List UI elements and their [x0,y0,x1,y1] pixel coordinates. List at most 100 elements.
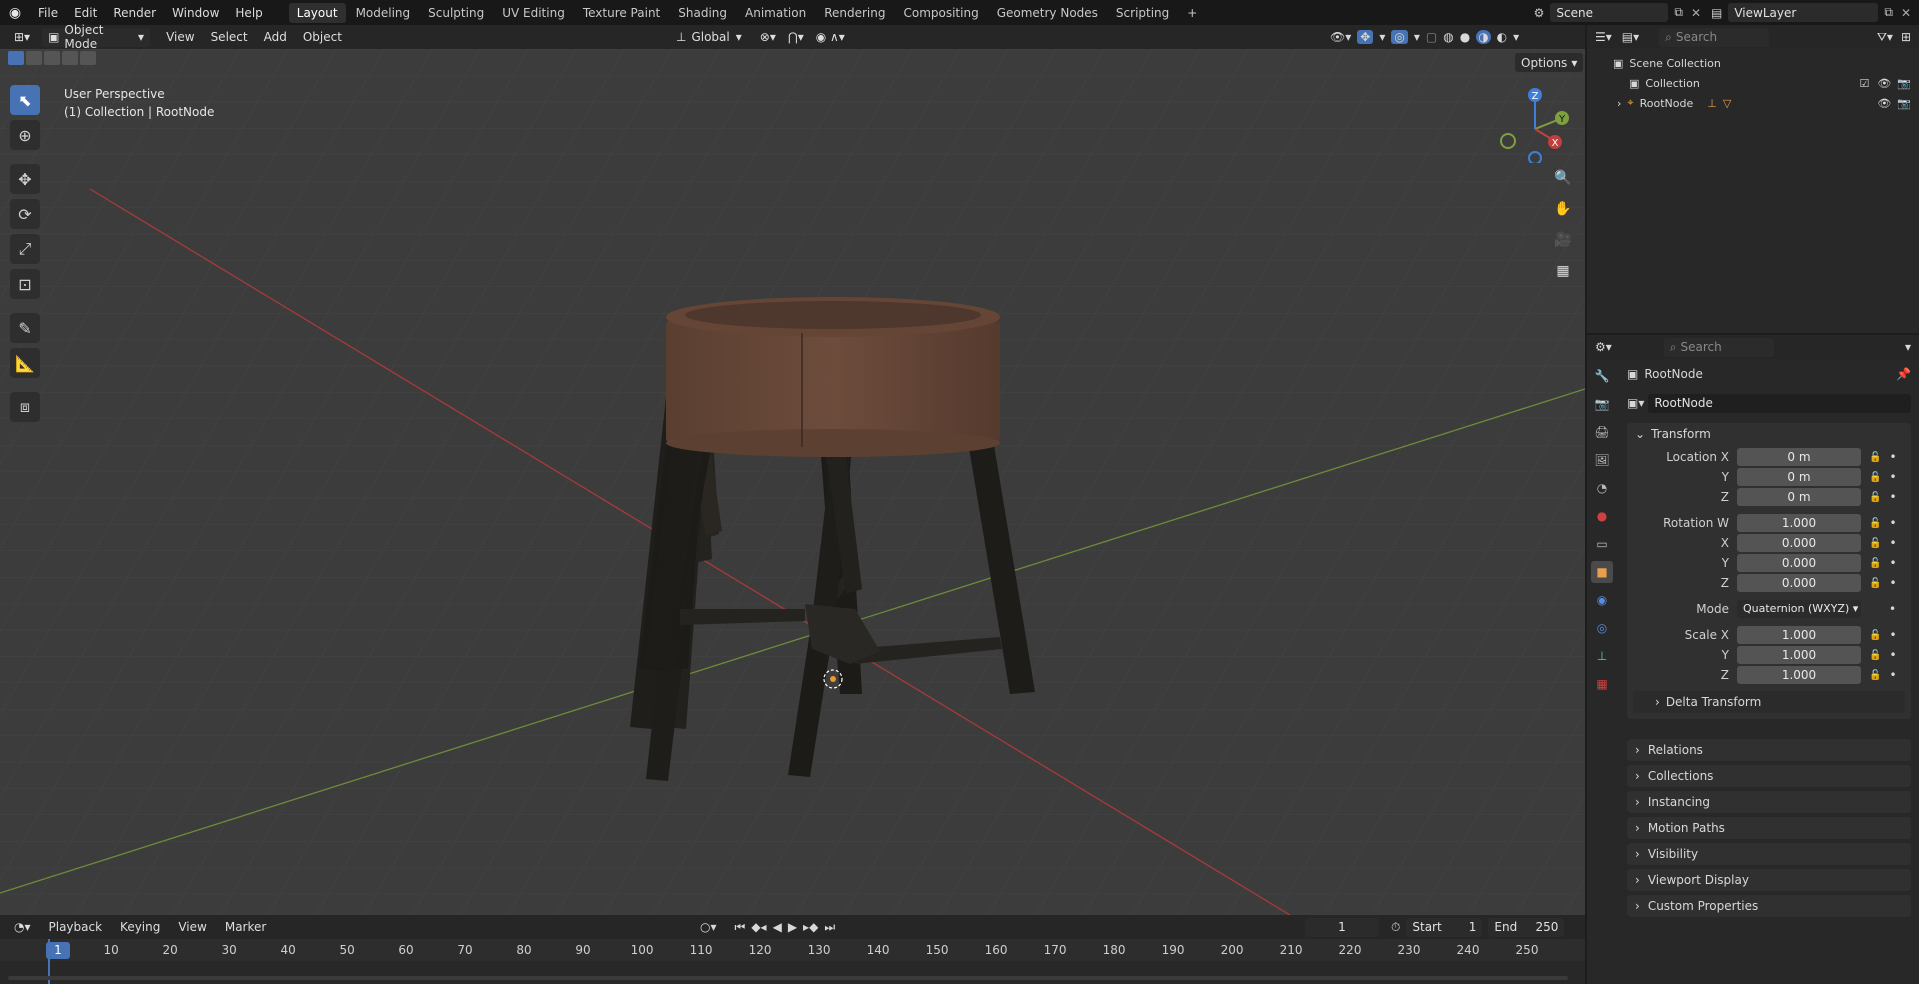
add-workspace-icon[interactable]: + [1179,3,1205,23]
scale-x-field[interactable]: 1.000 [1737,626,1861,644]
frame-ruler[interactable]: 1102030405060708090100110120130140150160… [0,939,1585,961]
material-shading-icon[interactable]: ◑ [1476,30,1491,44]
collection-tab-icon[interactable]: ▭ [1591,533,1613,555]
panel-viewport-display[interactable]: › Viewport Display [1627,869,1911,891]
camera-icon[interactable]: 📷 [1897,77,1911,90]
scene-selector[interactable]: ⚙ Scene ⧉ ✕ [1534,3,1701,22]
tab-rendering[interactable]: Rendering [816,3,893,23]
transform-header[interactable]: ⌄ Transform [1627,423,1911,445]
tab-geometry-nodes[interactable]: Geometry Nodes [989,3,1106,23]
menu-file[interactable]: File [30,6,66,20]
object-data-icon[interactable]: ▣▾ [1627,396,1644,410]
lock-icon[interactable]: 🔓 [1869,650,1881,661]
rotation-mode-dropdown[interactable]: Quaternion (WXYZ) ▾ [1737,600,1861,618]
panel-custom-properties[interactable]: › Custom Properties [1627,895,1911,917]
overlay-toggle-icon[interactable]: ◎ [1391,30,1408,44]
menu-help[interactable]: Help [227,6,270,20]
keyframe-dot-icon[interactable]: • [1889,648,1896,662]
jump-keyframe-back-icon[interactable]: ◆◂ [751,920,766,934]
menu-window[interactable]: Window [164,6,227,20]
expand-arrow-icon[interactable]: › [1617,97,1621,110]
rotation-x-field[interactable]: 0.000 [1737,534,1861,552]
play-reverse-icon[interactable]: ◀ [773,920,782,934]
annotate-tool-icon[interactable]: ✎ [10,313,40,343]
menu-view[interactable]: View [160,28,200,47]
keyframe-dot-icon[interactable]: • [1889,556,1896,570]
navigation-gizmo[interactable]: Z Y X [1490,83,1570,163]
exclude-checkbox-icon[interactable]: ☑ [1859,77,1869,90]
ortho-grid-icon[interactable]: ▦ [1550,258,1576,284]
delta-transform-subpanel[interactable]: › Delta Transform [1633,691,1905,713]
display-mode-icon[interactable]: ▤▾ [1622,30,1639,44]
visibility-icon[interactable]: 👁▾ [1330,30,1351,44]
lock-icon[interactable]: 🔓 [1869,578,1881,589]
select-intersect-icon[interactable] [80,51,96,65]
tab-scripting[interactable]: Scripting [1108,3,1177,23]
eye-icon[interactable]: 👁 [1877,77,1891,90]
cursor-tool-icon[interactable]: ⊕ [10,120,40,150]
play-icon[interactable]: ▶ [788,920,797,934]
rotation-w-field[interactable]: 1.000 [1737,514,1861,532]
lock-icon[interactable]: 🔓 [1869,472,1881,483]
panel-collections[interactable]: › Collections [1627,765,1911,787]
new-scene-icon[interactable]: ⧉ [1674,5,1683,20]
outliner-search[interactable]: ⌕ Search [1659,27,1770,47]
scene-tab-icon[interactable]: ◔ [1591,477,1613,499]
proportional-edit-icon[interactable]: ◉ ∧▾ [810,28,851,47]
keyframe-dot-icon[interactable]: • [1889,576,1896,590]
panel-relations[interactable]: › Relations [1627,739,1911,761]
tab-modeling[interactable]: Modeling [348,3,419,23]
camera-icon[interactable]: 📷 [1897,97,1911,110]
pan-hand-icon[interactable]: ✋ [1550,196,1576,222]
lock-icon[interactable]: 🔓 [1869,670,1881,681]
lock-icon[interactable]: 🔓 [1869,538,1881,549]
location-y-field[interactable]: 0 m [1737,468,1861,486]
neg-y-axis-icon[interactable] [1500,133,1516,149]
timeline-menu-marker[interactable]: Marker [219,918,272,937]
close-view-layer-icon[interactable]: ✕ [1901,6,1911,20]
select-subtract-icon[interactable] [44,51,60,65]
measure-tool-icon[interactable]: 📐 [10,348,40,378]
timeline-body[interactable]: 1102030405060708090100110120130140150160… [0,939,1585,984]
filter-icon[interactable]: ⛛▾ [1877,30,1893,45]
location-z-field[interactable]: 0 m [1737,488,1861,506]
wireframe-shading-icon[interactable]: ◍ [1443,30,1453,44]
keyframe-dot-icon[interactable]: • [1889,668,1896,682]
tool-tab-icon[interactable]: 🔧 [1591,365,1613,387]
timeline-menu-keying[interactable]: Keying [114,918,166,937]
location-x-field[interactable]: 0 m [1737,448,1861,466]
keyframe-dot-icon[interactable]: • [1889,450,1896,464]
view-layer-tab-icon[interactable]: 🖼 [1591,449,1613,471]
editor-type-icon[interactable]: ⊞▾ [8,28,36,47]
object-tab-icon[interactable]: ■ [1591,561,1613,583]
panel-instancing[interactable]: › Instancing [1627,791,1911,813]
render-tab-icon[interactable]: 📷 [1591,393,1613,415]
constraints-tab-icon[interactable]: ⊥ [1591,645,1613,667]
tab-layout[interactable]: Layout [288,2,346,23]
scene-field[interactable]: Scene [1550,3,1669,22]
properties-search[interactable]: ⌕ Search [1663,337,1774,357]
snap-icon[interactable]: ⋂▾ [782,28,810,47]
transform-tool-icon[interactable]: ⊡ [10,269,40,299]
world-tab-icon[interactable]: ● [1591,505,1613,527]
neg-z-axis-icon[interactable] [1528,151,1542,163]
keyframe-dot-icon[interactable]: • [1889,628,1896,642]
jump-start-icon[interactable]: ⏮ [735,920,746,935]
scale-z-field[interactable]: 1.000 [1737,666,1861,684]
panel-motion-paths[interactable]: › Motion Paths [1627,817,1911,839]
editor-type-icon[interactable]: ☰▾ [1595,30,1612,44]
camera-view-icon[interactable]: 🎥 [1550,227,1576,253]
chevron-down-icon[interactable]: ▾ [1905,340,1911,354]
tab-compositing[interactable]: Compositing [895,3,986,23]
keyframe-dot-icon[interactable]: • [1889,490,1896,504]
add-cube-tool-icon[interactable]: ⧈ [10,392,40,422]
panel-visibility[interactable]: › Visibility [1627,843,1911,865]
rotation-z-field[interactable]: 0.000 [1737,574,1861,592]
select-invert-icon[interactable] [62,51,78,65]
current-frame-field[interactable]: 1 [1305,917,1379,937]
select-new-icon[interactable] [8,51,24,65]
start-frame-field[interactable]: Start 1 [1406,917,1483,937]
menu-render[interactable]: Render [105,6,164,20]
timeline-menu-playback[interactable]: Playback [43,918,109,937]
zoom-icon[interactable]: 🔍 [1550,165,1576,191]
